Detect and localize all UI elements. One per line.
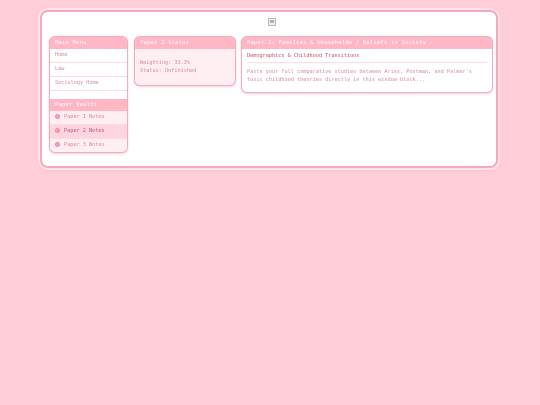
main-menu-title: Main Menu: [50, 37, 127, 49]
main-window: Main Menu Home Law Sociology Home Paper …: [40, 10, 498, 168]
vault-item-paper-3[interactable]: Paper 3 Notes: [50, 139, 127, 152]
vault-item-paper-1[interactable]: Paper 1 Notes: [50, 111, 127, 125]
paper-notes-panel: Paper 2: Families & Households / Beliefs…: [241, 36, 493, 93]
status-text: Status: Unfinished: [140, 68, 197, 74]
menu-item-law[interactable]: Law: [50, 63, 127, 77]
menu-item-sociology-home[interactable]: Sociology Home: [50, 77, 127, 91]
menu-item-home[interactable]: Home: [50, 49, 127, 63]
broken-image-icon: [268, 18, 276, 26]
status-title: Paper 2 Status: [135, 37, 235, 49]
pink-dot-icon: [55, 127, 60, 133]
notes-text-block[interactable]: Paste your full comparative studies betw…: [247, 68, 487, 84]
vault-item-label: Paper 3 Notes: [64, 142, 105, 148]
vault-item-label: Paper 1 Notes: [64, 114, 105, 120]
paper-status-panel: Paper 2 Status Weighting: 33.3% Status: …: [134, 36, 236, 86]
main-menu-panel: Main Menu Home Law Sociology Home Paper …: [49, 36, 128, 153]
pink-dot-icon: [55, 141, 60, 147]
pink-dot-icon: [55, 113, 60, 119]
vault-item-label: Paper 2 Notes: [64, 128, 105, 134]
topic-heading: Demographics & Childhood Transitions: [247, 53, 487, 63]
vault-item-paper-2[interactable]: Paper 2 Notes: [50, 125, 127, 139]
paper-vaults-title: Paper Vaults: [50, 99, 127, 111]
weighting-text: Weighting: 33.3%: [140, 60, 190, 66]
paper-title: Paper 2: Families & Households / Beliefs…: [242, 37, 492, 49]
menu-spacer: [50, 91, 127, 99]
